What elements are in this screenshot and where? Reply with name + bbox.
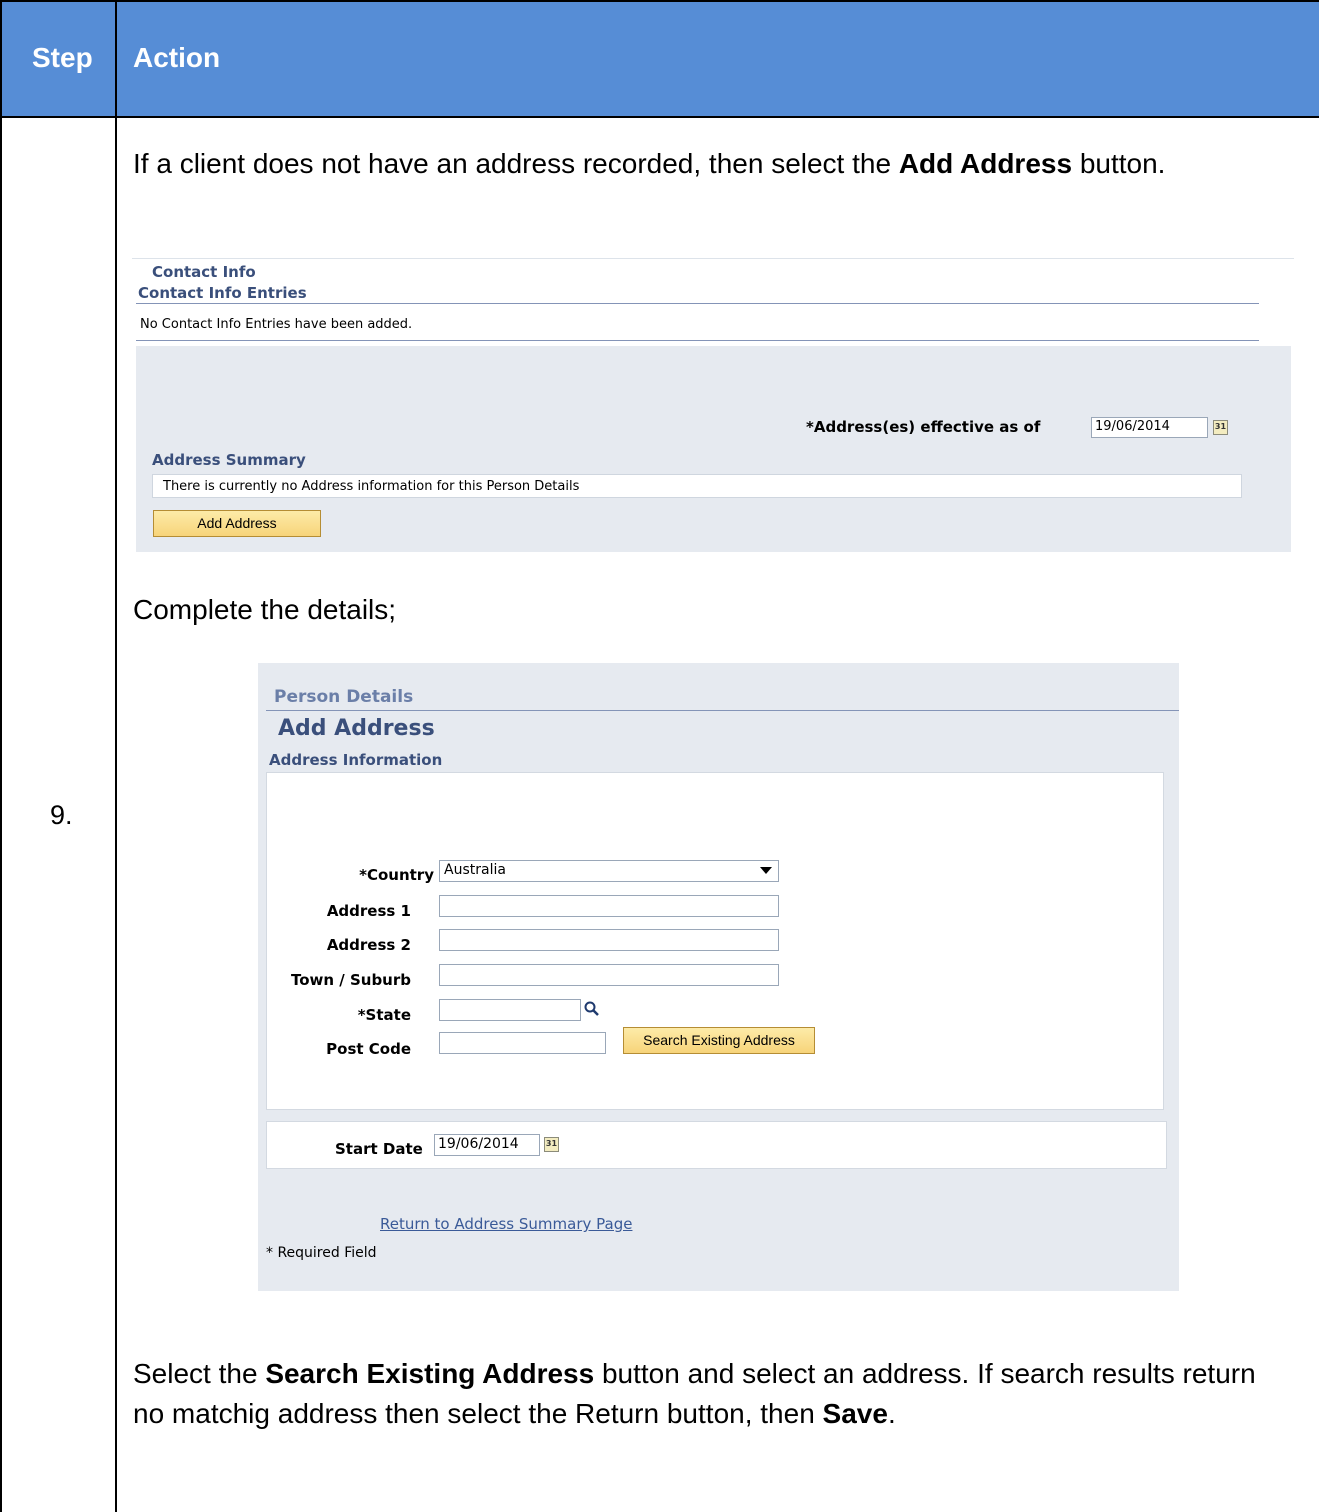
address-summary-message: There is currently no Address informatio… <box>163 479 580 494</box>
divider <box>136 340 1259 341</box>
table-border-top <box>0 0 1319 2</box>
calendar-icon[interactable]: 31 <box>544 1137 559 1152</box>
post-code-label: Post Code <box>326 1040 411 1058</box>
closing-bold-search: Search Existing Address <box>265 1358 595 1389</box>
town-suburb-label: Town / Suburb <box>290 971 411 989</box>
required-field-note: * Required Field <box>266 1245 377 1261</box>
state-label: *State <box>357 1006 411 1024</box>
panel-top-line <box>132 258 1294 259</box>
start-date-label: Start Date <box>335 1140 423 1158</box>
search-lookup-icon[interactable] <box>583 1000 601 1018</box>
effective-date-input[interactable]: 19/06/2014 <box>1091 417 1208 438</box>
calendar-icon[interactable]: 31 <box>1213 420 1228 435</box>
column-header-step: Step <box>32 42 93 73</box>
return-to-summary-link[interactable]: Return to Address Summary Page <box>380 1215 632 1233</box>
effective-date-label: *Address(es) effective as of <box>806 418 1041 436</box>
country-select[interactable]: Australia <box>439 860 779 882</box>
intro-text-2: button. <box>1072 148 1166 179</box>
town-suburb-field[interactable] <box>439 964 779 986</box>
address-summary-title: Address Summary <box>152 451 306 469</box>
closing-text-3: . <box>887 1398 896 1429</box>
contact-info-title: Contact Info <box>152 263 256 281</box>
address2-label: Address 2 <box>326 936 411 954</box>
column-header-action: Action <box>133 42 221 73</box>
address1-label: Address 1 <box>326 902 411 920</box>
header-divider <box>0 116 1319 118</box>
chevron-down-icon <box>760 867 772 874</box>
intro-bold-add-address: Add Address <box>898 148 1073 179</box>
column-divider <box>115 0 117 1512</box>
intro-text-1: If a client does not have an address rec… <box>133 148 899 179</box>
country-label: *Country <box>359 866 434 884</box>
divider <box>136 303 1259 304</box>
post-code-field[interactable] <box>439 1032 606 1054</box>
closing-text-1: Select the <box>133 1358 266 1389</box>
closing-paragraph: Select the Search Existing Address butto… <box>133 1354 1283 1434</box>
contact-info-entries-title: Contact Info Entries <box>138 284 307 302</box>
breadcrumb-person-details: Person Details <box>274 687 414 707</box>
table-border-left <box>0 0 2 1512</box>
address-summary-box: There is currently no Address informatio… <box>152 474 1242 498</box>
divider <box>266 710 1179 711</box>
complete-details-text: Complete the details; <box>133 594 397 625</box>
intro-paragraph: If a client does not have an address rec… <box>133 144 1283 184</box>
state-field[interactable] <box>439 999 581 1021</box>
step-number: 9. <box>50 800 73 830</box>
procedure-table: Step Action 9. If a client does not have… <box>0 0 1319 1512</box>
section-title: Address Information <box>269 751 443 769</box>
address2-field[interactable] <box>439 929 779 951</box>
address1-field[interactable] <box>439 895 779 917</box>
page-title: Add Address <box>278 716 435 741</box>
search-existing-address-button[interactable]: Search Existing Address <box>623 1027 815 1054</box>
empty-entries-message: No Contact Info Entries have been added. <box>140 317 413 332</box>
country-value: Australia <box>444 862 506 878</box>
closing-bold-save: Save <box>822 1398 888 1429</box>
add-address-button[interactable]: Add Address <box>153 510 321 537</box>
start-date-input[interactable]: 19/06/2014 <box>434 1134 540 1156</box>
